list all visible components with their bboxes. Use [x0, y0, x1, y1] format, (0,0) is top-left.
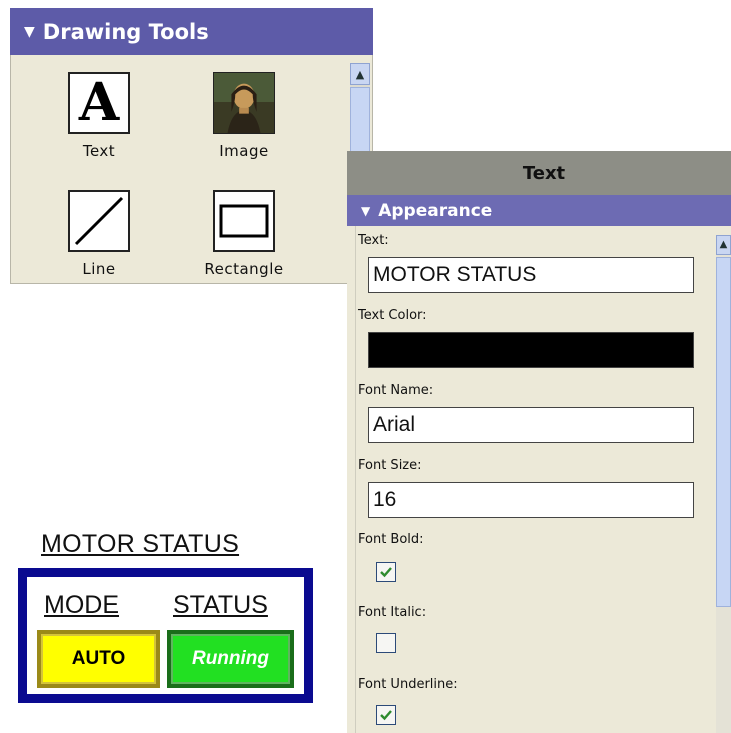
font-italic-checkbox[interactable] [376, 633, 396, 653]
properties-title: Text [347, 151, 731, 195]
font-bold-checkbox[interactable] [376, 562, 396, 582]
running-status-button[interactable]: Running [167, 630, 294, 688]
font-italic-label: Font Italic: [358, 605, 427, 620]
text-properties-panel: Text ▼ Appearance Text: MOTOR STATUS Tex… [347, 151, 731, 733]
properties-scrollbar[interactable]: ▲ [716, 235, 731, 733]
status-header: STATUS [173, 591, 268, 619]
scroll-thumb[interactable] [716, 257, 731, 607]
motor-status-inner: MODE STATUS AUTO Running [27, 577, 304, 694]
text-color-swatch[interactable] [368, 332, 694, 368]
check-icon [380, 567, 392, 578]
font-size-input[interactable]: 16 [368, 482, 694, 518]
text-input[interactable]: MOTOR STATUS [368, 257, 694, 293]
tool-image[interactable]: Image [189, 72, 299, 160]
drawing-tools-title: Drawing Tools [42, 19, 209, 44]
motor-status-frame: MODE STATUS AUTO Running [18, 568, 313, 703]
appearance-section-header[interactable]: ▼ Appearance [347, 195, 731, 226]
tool-text-label: Text [82, 142, 116, 160]
scroll-up-icon[interactable]: ▲ [350, 63, 370, 85]
tool-text[interactable]: A Text [49, 72, 149, 160]
tool-line[interactable]: Line [49, 190, 149, 278]
auto-mode-button[interactable]: AUTO [37, 630, 160, 688]
drawing-tools-panel: ▼ Drawing Tools A Text Image Line Rectan… [10, 8, 373, 284]
tool-image-label: Image [219, 142, 269, 160]
check-icon [380, 710, 392, 721]
tool-rectangle-label: Rectangle [204, 260, 284, 278]
font-name-label: Font Name: [358, 383, 434, 398]
font-size-label: Font Size: [358, 458, 422, 473]
text-label: Text: [358, 233, 389, 248]
text-color-label: Text Color: [358, 308, 427, 323]
font-name-input[interactable]: Arial [368, 407, 694, 443]
drawing-tools-header[interactable]: ▼ Drawing Tools [10, 8, 373, 55]
text-icon: A [68, 72, 130, 134]
motor-status-title: MOTOR STATUS [41, 530, 240, 558]
font-underline-label: Font Underline: [358, 677, 458, 692]
collapse-triangle-icon[interactable]: ▼ [24, 24, 35, 40]
appearance-section-title: Appearance [378, 200, 493, 221]
image-icon [213, 72, 275, 134]
font-bold-label: Font Bold: [358, 532, 424, 547]
collapse-triangle-icon[interactable]: ▼ [361, 204, 370, 218]
font-underline-checkbox[interactable] [376, 705, 396, 725]
appearance-section-body: Text: MOTOR STATUS Text Color: Font Name… [355, 226, 716, 733]
scroll-up-icon[interactable]: ▲ [716, 235, 731, 255]
tool-line-label: Line [82, 260, 116, 278]
drawing-tools-body: A Text Image Line Rectangle ▲ [10, 55, 373, 284]
line-icon [68, 190, 130, 252]
rectangle-icon [213, 190, 275, 252]
mode-header: MODE [44, 591, 119, 619]
tool-rectangle[interactable]: Rectangle [179, 190, 309, 278]
